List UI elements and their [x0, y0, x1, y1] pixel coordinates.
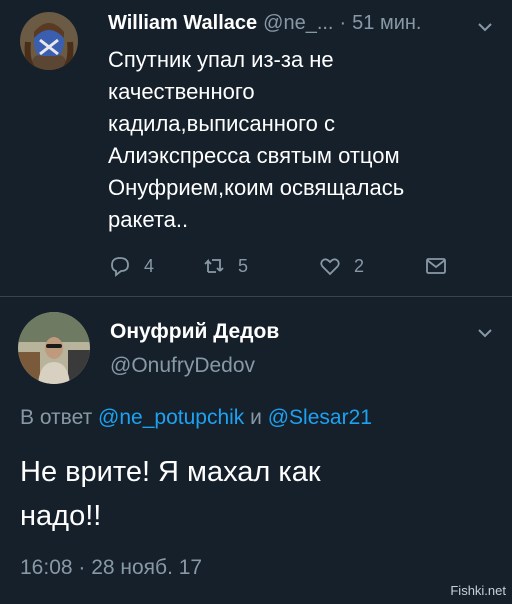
tweet2-text: Не врите! Я махал как надо!!	[20, 450, 490, 538]
tweet-time[interactable]: 51 мин.	[352, 12, 421, 35]
tweet-text-line: Алиэкспресса святым отцом	[108, 143, 400, 168]
mention-link[interactable]: @Slesar21	[268, 406, 372, 429]
author-handle[interactable]: @ne_...	[263, 12, 333, 35]
chevron-down-icon[interactable]	[476, 326, 494, 340]
author-name[interactable]: William Wallace	[108, 12, 257, 35]
message-icon	[426, 258, 446, 274]
tweet-text-line: кадила,выписанного с	[108, 111, 336, 136]
tweet-text-line: Онуфрием,коим освящалась	[108, 175, 405, 200]
reply-icon	[111, 257, 129, 277]
tweet-text-line: ракета..	[108, 207, 189, 232]
retweet-button[interactable]: 5	[202, 254, 248, 278]
tweet-divider	[0, 296, 512, 297]
retweet-count: 5	[238, 255, 249, 276]
tweet1-text: Спутник упал из-за не качественного кади…	[108, 44, 478, 236]
tweet-text-line: Не врите! Я махал как	[20, 456, 321, 488]
separator-dot: ·	[339, 12, 347, 34]
reply-count: 4	[144, 255, 155, 276]
replying-to: В ответ @ne_potupchik и @Slesar21	[20, 406, 372, 430]
tweet-text-line: качественного	[108, 79, 255, 104]
author-name[interactable]: Онуфрий Дедов	[110, 320, 279, 344]
avatar-william-wallace[interactable]	[20, 12, 78, 70]
like-icon	[320, 258, 340, 276]
replying-prefix: В ответ	[20, 406, 93, 429]
watermark: Fishki.net	[450, 583, 506, 598]
message-button[interactable]	[424, 254, 460, 278]
retweet-icon	[204, 258, 224, 273]
like-button[interactable]: 2	[318, 254, 364, 278]
replying-and: и	[250, 406, 262, 429]
like-count: 2	[354, 255, 365, 276]
author-handle[interactable]: @OnufryDedov	[110, 354, 255, 378]
avatar-onufry-dedov[interactable]	[18, 312, 90, 384]
tweet1-actions: 4 5 2	[0, 254, 512, 280]
tweet-timestamp[interactable]: 16:08 · 28 нояб. 17	[20, 556, 202, 580]
avatar-image	[18, 312, 90, 384]
mention-link[interactable]: @ne_potupchik	[98, 406, 244, 429]
tweet1-header: William Wallace @ne_... · 51 мин.	[108, 12, 421, 38]
avatar-image	[20, 12, 78, 70]
chevron-down-icon[interactable]	[476, 20, 494, 34]
tweet-text-line: надо!!	[20, 500, 102, 532]
reply-button[interactable]: 4	[108, 254, 154, 278]
tweet-text-line: Спутник упал из-за не	[108, 47, 334, 72]
